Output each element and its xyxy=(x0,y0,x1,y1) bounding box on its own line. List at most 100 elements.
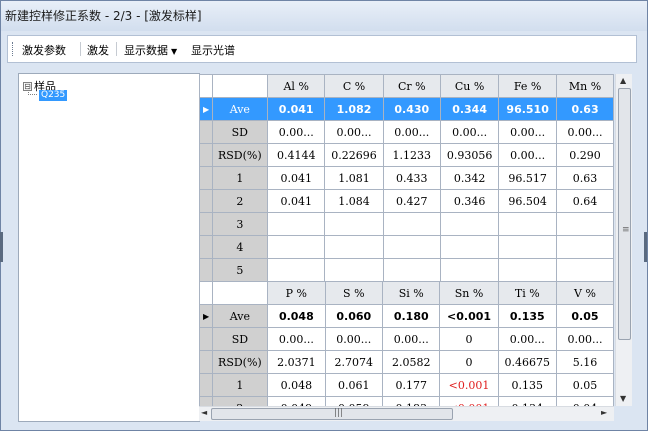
scroll-right-icon[interactable]: ► xyxy=(601,408,607,417)
scroll-left-icon[interactable]: ◄ xyxy=(201,408,207,417)
table-cell[interactable]: 0.22696 xyxy=(324,143,384,167)
table-cell[interactable]: 0.00... xyxy=(556,120,614,144)
table-cell[interactable]: 2.0582 xyxy=(382,350,441,374)
table-cell[interactable]: 0.041 xyxy=(267,97,326,121)
table-cell[interactable]: 0.135 xyxy=(497,304,557,328)
column-header[interactable]: P % xyxy=(267,281,326,305)
column-header[interactable]: Al % xyxy=(267,74,326,98)
table-cell[interactable]: 0.346 xyxy=(439,189,500,213)
table-row[interactable]: 3 xyxy=(199,212,614,236)
table-cell[interactable] xyxy=(324,258,384,282)
table-cell[interactable] xyxy=(267,235,326,259)
row-header[interactable]: SD xyxy=(211,120,269,144)
table-cell[interactable]: 0 xyxy=(439,327,499,351)
table-cell[interactable] xyxy=(382,212,441,236)
tree-node-q235[interactable]: Q235 xyxy=(39,90,68,101)
table-cell[interactable]: 2.0371 xyxy=(267,350,326,374)
table-row[interactable]: 2 0.041 1.084 0.427 0.346 96.504 0.64 xyxy=(199,189,614,213)
table-cell[interactable]: 0.041 xyxy=(267,166,326,190)
table-cell[interactable]: 0.00... xyxy=(497,327,557,351)
table-cell[interactable]: 0.060 xyxy=(324,304,384,328)
table-cell[interactable]: 0.059 xyxy=(324,396,384,406)
table-cell[interactable]: 96.504 xyxy=(498,189,558,213)
table-cell[interactable]: 0.135 xyxy=(497,373,557,397)
row-header[interactable]: RSD(%) xyxy=(211,350,269,374)
table-cell[interactable]: 0.180 xyxy=(382,304,441,328)
table-cell[interactable] xyxy=(324,235,384,259)
table-cell[interactable] xyxy=(439,212,500,236)
row-header[interactable]: 2 xyxy=(211,189,269,213)
table-cell[interactable]: 0.93056 xyxy=(439,143,500,167)
table-cell[interactable] xyxy=(556,258,614,282)
column-header[interactable]: Sn % xyxy=(439,281,499,305)
table-cell[interactable]: 0.05 xyxy=(555,304,614,328)
column-header[interactable]: Fe % xyxy=(498,74,558,98)
table-cell[interactable] xyxy=(498,212,558,236)
column-header[interactable]: S % xyxy=(324,281,384,305)
table-cell[interactable]: 0.00... xyxy=(498,120,558,144)
table-cell[interactable]: 0.04 xyxy=(555,396,614,406)
table-cell[interactable]: 0.430 xyxy=(382,97,441,121)
row-header[interactable]: Ave xyxy=(211,97,269,121)
table-cell[interactable]: 0.00... xyxy=(324,120,384,144)
column-header[interactable]: C % xyxy=(324,74,384,98)
table-row[interactable]: 5 xyxy=(199,258,614,282)
table-cell[interactable]: 0.049 xyxy=(267,396,326,406)
row-header[interactable]: RSD(%) xyxy=(211,143,269,167)
table-cell[interactable]: 0.05 xyxy=(555,373,614,397)
table-cell[interactable]: 1.084 xyxy=(324,189,384,213)
table-cell[interactable]: 0.00... xyxy=(382,327,441,351)
table-cell[interactable]: <0.001 xyxy=(439,304,499,328)
table-cell[interactable] xyxy=(267,212,326,236)
row-header[interactable]: 5 xyxy=(211,258,269,282)
table-cell[interactable]: 0.048 xyxy=(267,304,326,328)
table-row[interactable]: RSD(%) 0.4144 0.22696 1.1233 0.93056 0.0… xyxy=(199,143,614,167)
horizontal-scrollbar-thumb[interactable]: ||| xyxy=(211,408,453,420)
table-cell[interactable]: 0.183 xyxy=(382,396,441,406)
table-cell[interactable]: 0.177 xyxy=(382,373,441,397)
table-cell[interactable] xyxy=(324,212,384,236)
horizontal-scrollbar[interactable]: ◄ ||| ► xyxy=(199,406,614,421)
table-row[interactable]: ▶ Ave 0.041 1.082 0.430 0.344 96.510 0.6… xyxy=(199,97,614,121)
table-row[interactable]: 1 0.048 0.061 0.177 <0.001 0.135 0.05 xyxy=(199,373,614,397)
table-cell[interactable]: 1.081 xyxy=(324,166,384,190)
row-header[interactable]: 3 xyxy=(211,212,269,236)
table-cell[interactable] xyxy=(382,258,441,282)
column-header[interactable]: Cr % xyxy=(382,74,441,98)
table-cell[interactable]: 0.427 xyxy=(382,189,441,213)
table-row[interactable]: 4 xyxy=(199,235,614,259)
table-cell[interactable]: 96.517 xyxy=(498,166,558,190)
column-header[interactable]: V % xyxy=(555,281,614,305)
table-cell[interactable]: 0.63 xyxy=(556,97,614,121)
table-cell[interactable] xyxy=(382,235,441,259)
show-data-dropdown[interactable]: 显示数据 ▼ xyxy=(124,42,177,58)
table-cell[interactable] xyxy=(267,258,326,282)
table-row[interactable]: 2 0.049 0.059 0.183 <0.001 0.134 0.04 xyxy=(199,396,614,406)
table-cell[interactable] xyxy=(439,258,500,282)
column-header[interactable]: Cu % xyxy=(439,74,500,98)
row-header[interactable]: Ave xyxy=(211,304,269,328)
table-row[interactable]: SD 0.00... 0.00... 0.00... 0.00... 0.00.… xyxy=(199,120,614,144)
column-header[interactable]: Si % xyxy=(382,281,441,305)
table-cell[interactable]: 1.1233 xyxy=(382,143,441,167)
table-cell[interactable]: 0.00... xyxy=(555,327,614,351)
table-cell[interactable]: 5.16 xyxy=(555,350,614,374)
table-cell[interactable] xyxy=(498,235,558,259)
column-header[interactable]: Mn % xyxy=(556,74,614,98)
table-row[interactable]: SD 0.00... 0.00... 0.00... 0 0.00... 0.0… xyxy=(199,327,614,351)
table-cell[interactable]: 0.00... xyxy=(267,120,326,144)
row-header[interactable]: 1 xyxy=(211,166,269,190)
table-cell[interactable] xyxy=(556,212,614,236)
table-cell[interactable]: <0.001 xyxy=(439,373,499,397)
table-cell[interactable] xyxy=(556,235,614,259)
table-cell[interactable]: 0.00... xyxy=(439,120,500,144)
table-row[interactable]: ▶ Ave 0.048 0.060 0.180 <0.001 0.135 0.0… xyxy=(199,304,614,328)
row-header[interactable]: SD xyxy=(211,327,269,351)
excitation-params-button[interactable]: 激发参数 xyxy=(22,42,66,58)
table-cell[interactable]: 0.00... xyxy=(267,327,326,351)
table-cell[interactable] xyxy=(439,235,500,259)
table-cell[interactable]: 0.041 xyxy=(267,189,326,213)
table-cell[interactable]: 0.00... xyxy=(324,327,384,351)
excite-button[interactable]: 激发 xyxy=(87,42,109,58)
table-cell[interactable]: 0.63 xyxy=(556,166,614,190)
